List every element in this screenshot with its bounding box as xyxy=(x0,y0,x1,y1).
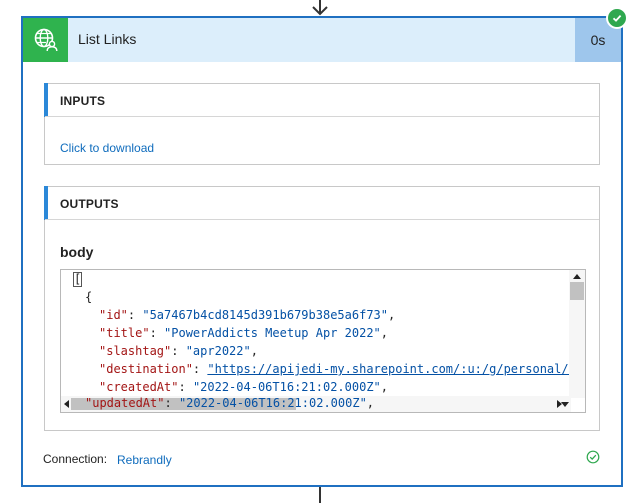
code-line-updatedAt: "updatedAt": "2022-04-06T16:21:02.000Z", xyxy=(85,396,375,410)
check-circle-icon xyxy=(606,7,628,29)
code-brace: { xyxy=(85,290,93,304)
body-label: body xyxy=(60,244,94,260)
scroll-up-arrow-icon[interactable] xyxy=(573,274,581,279)
code-line-slashtag: "slashtag": "apr2022", xyxy=(99,344,258,358)
code-line: { xyxy=(85,288,92,306)
code-bracket: [ xyxy=(73,272,83,287)
section-divider xyxy=(45,116,599,117)
click-to-download-link[interactable]: Click to download xyxy=(60,141,154,155)
scroll-down-arrow-icon[interactable] xyxy=(561,402,569,407)
code-line-destination: "destination": "https://apijedi-my.share… xyxy=(99,360,571,378)
outputs-section: OUTPUTS body [ { "id": "5a7467b4cd8145d3… xyxy=(44,186,600,431)
connection-rebrandly-link[interactable]: Rebrandly xyxy=(117,453,172,467)
code-line: [ xyxy=(73,270,83,288)
connection-label: Connection: xyxy=(43,452,108,466)
horizontal-scrollbar[interactable]: "updatedAt": "2022-04-06T16:21:02.000Z", xyxy=(61,396,571,412)
code-line-id: "id": "5a7467b4cd8145d391b679b38e5a6f73"… xyxy=(99,308,396,322)
vertical-scroll-thumb[interactable] xyxy=(570,282,584,300)
action-header[interactable]: List Links 0s xyxy=(23,18,621,62)
json-output-viewer[interactable]: [ { "id": "5a7467b4cd8145d391b679b38e5a6… xyxy=(60,269,586,413)
destination-url-link[interactable]: "https://apijedi-my.sharepoint.com/:u:/g… xyxy=(207,362,571,376)
flow-connector-line-out xyxy=(319,487,321,503)
vertical-scrollbar[interactable] xyxy=(569,270,585,398)
flow-connector-arrow-in xyxy=(312,0,328,16)
section-accent-bar xyxy=(44,83,48,117)
inputs-title: INPUTS xyxy=(60,94,106,108)
json-code-area[interactable]: [ { "id": "5a7467b4cd8145d391b679b38e5a6… xyxy=(61,270,571,398)
scroll-left-arrow-icon[interactable] xyxy=(64,400,69,408)
code-line-title: "title": "PowerAddicts Meetup Apr 2022", xyxy=(99,326,389,340)
section-divider xyxy=(45,219,599,220)
outputs-title: OUTPUTS xyxy=(60,197,119,211)
section-accent-bar xyxy=(44,186,48,220)
action-title: List Links xyxy=(78,31,137,47)
inputs-section: INPUTS Click to download xyxy=(44,83,600,165)
check-circle-outline-icon xyxy=(586,450,600,464)
globe-person-icon xyxy=(23,18,68,62)
code-line-createdAt: "createdAt": "2022-04-06T16:21:02.000Z", xyxy=(99,380,389,394)
action-card: List Links 0s INPUTS Click to download O… xyxy=(21,16,623,487)
